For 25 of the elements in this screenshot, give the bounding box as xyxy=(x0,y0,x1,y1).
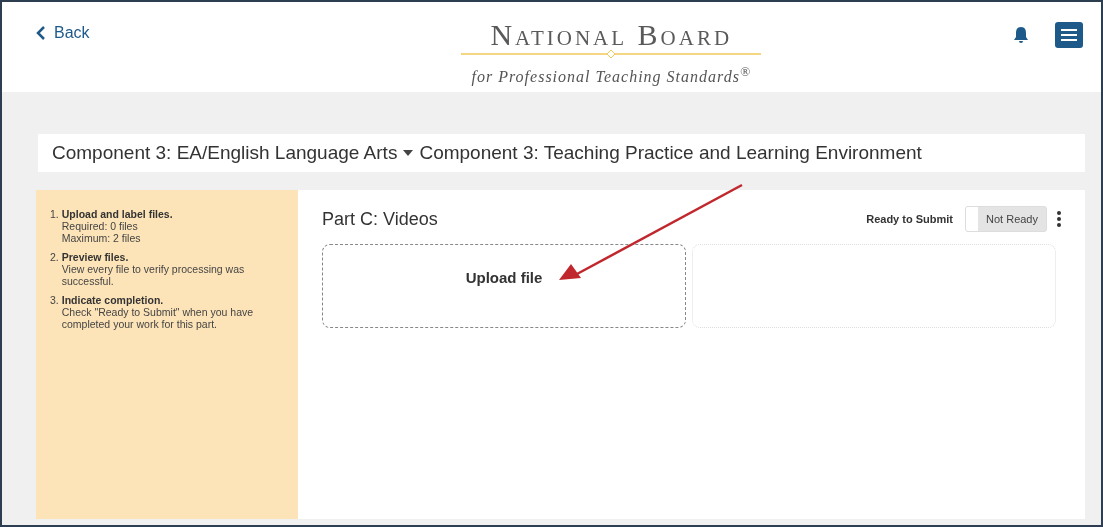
menu-button[interactable] xyxy=(1055,22,1083,48)
step-title: Preview files. xyxy=(61,251,130,263)
component-dropdown[interactable]: Component 3: EA/English Language Arts xyxy=(52,142,398,164)
bell-icon[interactable] xyxy=(1013,26,1029,44)
step-text: View every file to verify processing was successful. xyxy=(61,263,246,287)
ready-toggle[interactable]: Not Ready xyxy=(965,206,1047,232)
step-title: Indicate completion. xyxy=(61,294,165,306)
back-link[interactable]: Back xyxy=(36,24,90,42)
chevron-left-icon xyxy=(36,25,46,41)
step-text: Required: 0 files xyxy=(61,220,139,232)
ready-label: Ready to Submit xyxy=(866,213,953,225)
part-title: Part C: Videos xyxy=(322,208,439,230)
step-number: 1. xyxy=(50,208,59,222)
logo-title: National Board xyxy=(490,20,733,50)
menu-icon xyxy=(1061,29,1077,41)
upload-file-button[interactable]: Upload file xyxy=(322,244,686,328)
step-text: Check "Ready to Submit" when you have completed your work for this part. xyxy=(61,306,255,330)
more-options-icon[interactable] xyxy=(1057,211,1061,227)
logo-subtitle: for Professional Teaching Standards$^{®}$ xyxy=(471,64,752,87)
step-number: 2. xyxy=(50,251,59,265)
step-number: 3. xyxy=(50,294,59,308)
breadcrumb-title: Component 3: Teaching Practice and Learning Environment xyxy=(419,142,922,164)
step-title: Upload and label files. xyxy=(61,208,173,220)
caret-icon[interactable] xyxy=(403,150,414,156)
step-text: Maximum: 2 files xyxy=(61,232,142,244)
